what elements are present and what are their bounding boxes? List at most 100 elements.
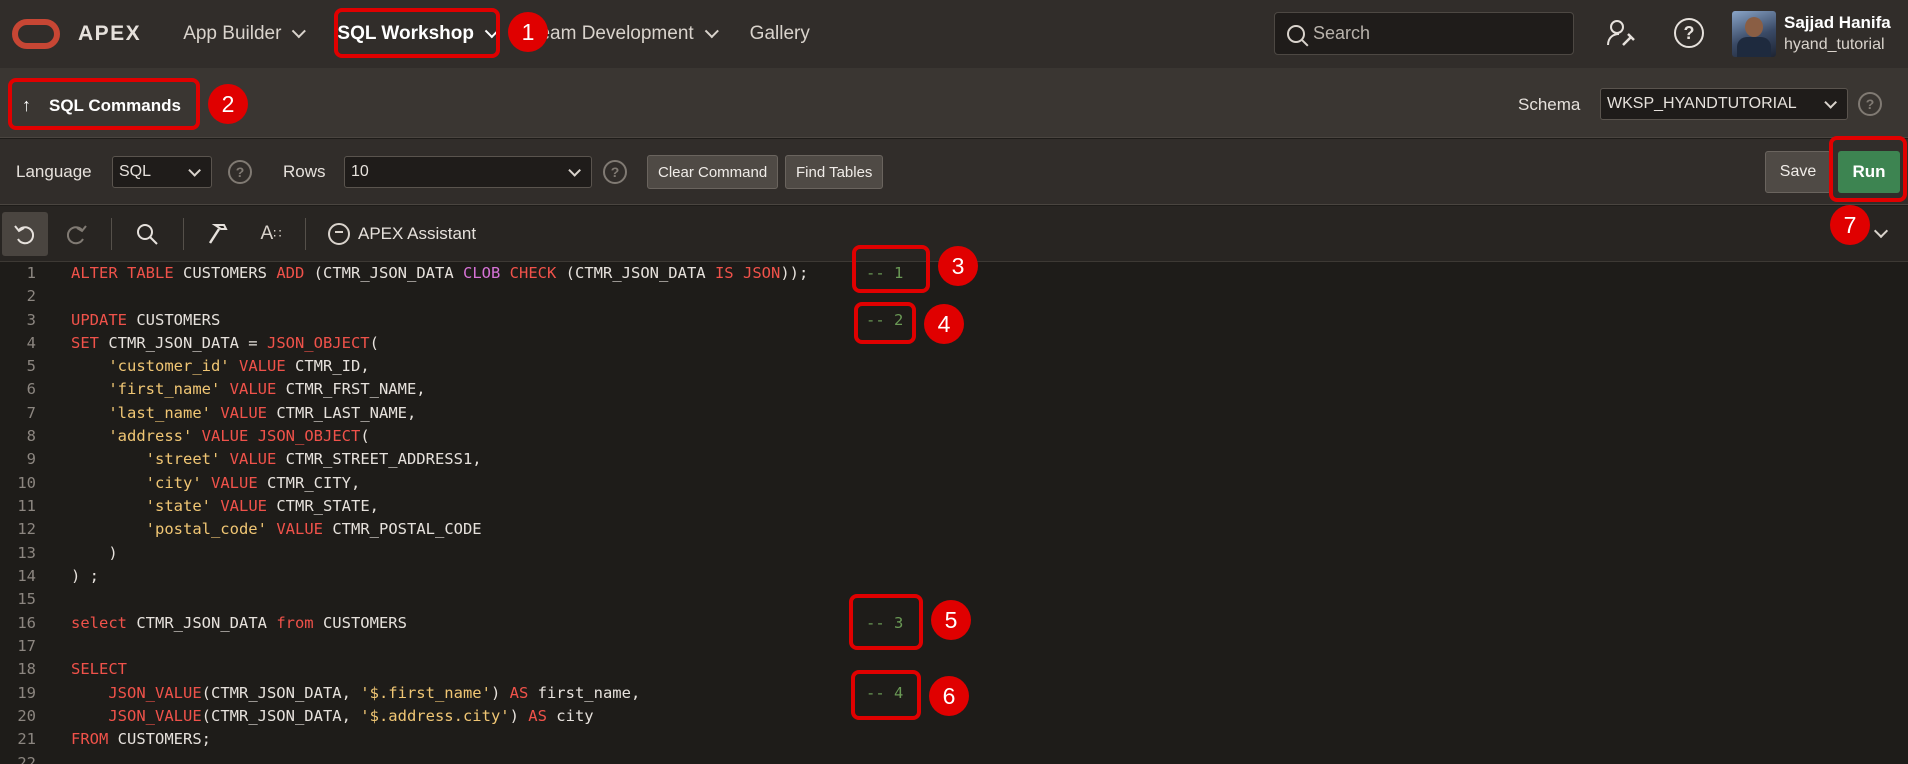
help-icon[interactable]: ? <box>1672 16 1706 50</box>
save-button[interactable]: Save <box>1765 151 1831 193</box>
hammer-icon[interactable] <box>198 212 240 256</box>
line-number: 16 <box>17 614 36 632</box>
nav-team-development-label: Team Development <box>529 23 694 44</box>
line-number: 5 <box>26 357 36 375</box>
annotation-number: 3 <box>938 246 978 286</box>
nav-app-builder-label: App Builder <box>183 23 282 44</box>
schema-label: Schema <box>1518 95 1581 114</box>
line-number: 4 <box>26 334 36 352</box>
line-number: 19 <box>17 684 36 702</box>
annotation-number: 5 <box>931 600 971 640</box>
rows-select[interactable]: 10 <box>344 156 592 188</box>
code-line[interactable]: JSON_VALUE(CTMR_JSON_DATA, '$.first_name… <box>71 684 640 702</box>
chevron-down-icon <box>704 24 719 39</box>
rows-help-icon[interactable]: ? <box>603 160 627 184</box>
line-number: 22 <box>17 754 36 764</box>
clear-command-button[interactable]: Clear Command <box>647 155 779 189</box>
annotation-number: 7 <box>1830 205 1870 245</box>
nav-app-builder[interactable]: App Builder <box>165 0 319 68</box>
line-number: 21 <box>17 730 36 748</box>
code-line[interactable]: ALTER TABLE CUSTOMERS ADD (CTMR_JSON_DAT… <box>71 264 808 282</box>
line-number: 1 <box>26 264 36 282</box>
code-line[interactable]: 'customer_id' VALUE CTMR_ID, <box>71 357 369 375</box>
code-line[interactable]: JSON_VALUE(CTMR_JSON_DATA, '$.address.ci… <box>71 707 593 725</box>
apex-assistant-button[interactable]: APEX Assistant <box>328 223 476 245</box>
code-line[interactable]: SELECT <box>71 660 127 678</box>
line-number: 8 <box>26 427 36 445</box>
code-line[interactable]: SET CTMR_JSON_DATA = JSON_OBJECT( <box>71 334 379 352</box>
code-line[interactable]: 'first_name' VALUE CTMR_FRST_NAME, <box>71 380 425 398</box>
annotation-number: 1 <box>508 12 548 52</box>
language-select[interactable]: SQL <box>112 156 212 188</box>
chevron-down-icon <box>292 24 307 39</box>
admin-tools-icon[interactable] <box>1604 16 1638 50</box>
page-header-bar: ↑ SQL Commands Schema WKSP_HYANDTUTORIAL… <box>0 68 1908 138</box>
code-line[interactable]: 'address' VALUE JSON_OBJECT( <box>71 427 369 445</box>
code-line[interactable]: select CTMR_JSON_DATA from CUSTOMERS <box>71 614 407 632</box>
chevron-down-icon <box>1824 95 1837 109</box>
line-number: 17 <box>17 637 36 655</box>
code-line[interactable]: ) ; <box>71 567 99 585</box>
assistant-label: APEX Assistant <box>358 224 477 243</box>
line-number: 2 <box>26 287 36 305</box>
oracle-logo-icon <box>12 19 60 49</box>
avatar[interactable] <box>1732 11 1776 57</box>
redo-icon[interactable] <box>54 212 98 256</box>
code-line[interactable]: ) <box>71 544 117 562</box>
line-number: 9 <box>26 450 36 468</box>
language-value: SQL <box>119 163 152 180</box>
text-format-icon[interactable]: A ∷ <box>250 212 292 256</box>
code-line[interactable]: FROM CUSTOMERS; <box>71 730 211 748</box>
search-input[interactable]: Search <box>1274 12 1574 55</box>
toolbar-divider <box>111 218 112 250</box>
rows-label: Rows <box>283 162 326 181</box>
code-line[interactable]: 'street' VALUE CTMR_STREET_ADDRESS1, <box>71 450 482 468</box>
find-icon[interactable] <box>126 212 168 256</box>
line-number: 7 <box>26 404 36 422</box>
annotation-number: 2 <box>208 84 248 124</box>
find-tables-button[interactable]: Find Tables <box>785 155 884 189</box>
schema-select[interactable]: WKSP_HYANDTUTORIAL <box>1600 88 1848 120</box>
annotation-box <box>1829 136 1907 202</box>
annotation-number: 6 <box>929 676 969 716</box>
nav-gallery[interactable]: Gallery <box>732 0 828 68</box>
user-name[interactable]: Sajjad Hanifa <box>1784 13 1891 33</box>
annotation-box <box>851 670 921 720</box>
toolbar-divider <box>183 218 184 250</box>
line-number: 6 <box>26 380 36 398</box>
line-number: 20 <box>17 707 36 725</box>
undo-icon[interactable] <box>2 212 48 256</box>
search-icon <box>1287 24 1305 43</box>
annotation-box <box>849 594 923 650</box>
line-number: 3 <box>26 311 36 329</box>
chevron-down-icon <box>568 163 581 177</box>
rows-value: 10 <box>351 163 369 180</box>
language-help-icon[interactable]: ? <box>228 160 252 184</box>
top-navigation-bar: APEX App Builder SQL Workshop Team Devel… <box>0 0 1908 68</box>
annotation-box <box>854 302 916 344</box>
annotation-number: 4 <box>924 304 964 344</box>
nav-gallery-label: Gallery <box>749 23 810 44</box>
user-workspace: hyand_tutorial <box>1784 36 1885 53</box>
line-number: 15 <box>17 590 36 608</box>
code-line[interactable]: 'last_name' VALUE CTMR_LAST_NAME, <box>71 404 416 422</box>
code-line[interactable]: UPDATE CUSTOMERS <box>71 311 220 329</box>
command-options-bar: Language SQL ? Rows 10 ? Clear Command F… <box>0 139 1908 205</box>
assistant-icon <box>328 223 350 245</box>
annotation-box <box>8 78 200 130</box>
line-number: 13 <box>17 544 36 562</box>
line-number: 11 <box>17 497 36 515</box>
language-label: Language <box>16 162 92 181</box>
line-number: 18 <box>17 660 36 678</box>
schema-help-icon[interactable]: ? <box>1858 92 1882 116</box>
logo-text: APEX <box>78 22 142 45</box>
toolbar-divider <box>305 218 306 250</box>
apex-logo[interactable]: APEX <box>12 19 141 49</box>
schema-value: WKSP_HYANDTUTORIAL <box>1607 95 1797 112</box>
code-line[interactable]: 'city' VALUE CTMR_CITY, <box>71 474 361 492</box>
chevron-down-icon <box>188 163 201 177</box>
code-line[interactable]: 'postal_code' VALUE CTMR_POSTAL_CODE <box>71 520 482 538</box>
annotation-box <box>852 245 930 293</box>
line-number: 12 <box>17 520 36 538</box>
code-line[interactable]: 'state' VALUE CTMR_STATE, <box>71 497 379 515</box>
